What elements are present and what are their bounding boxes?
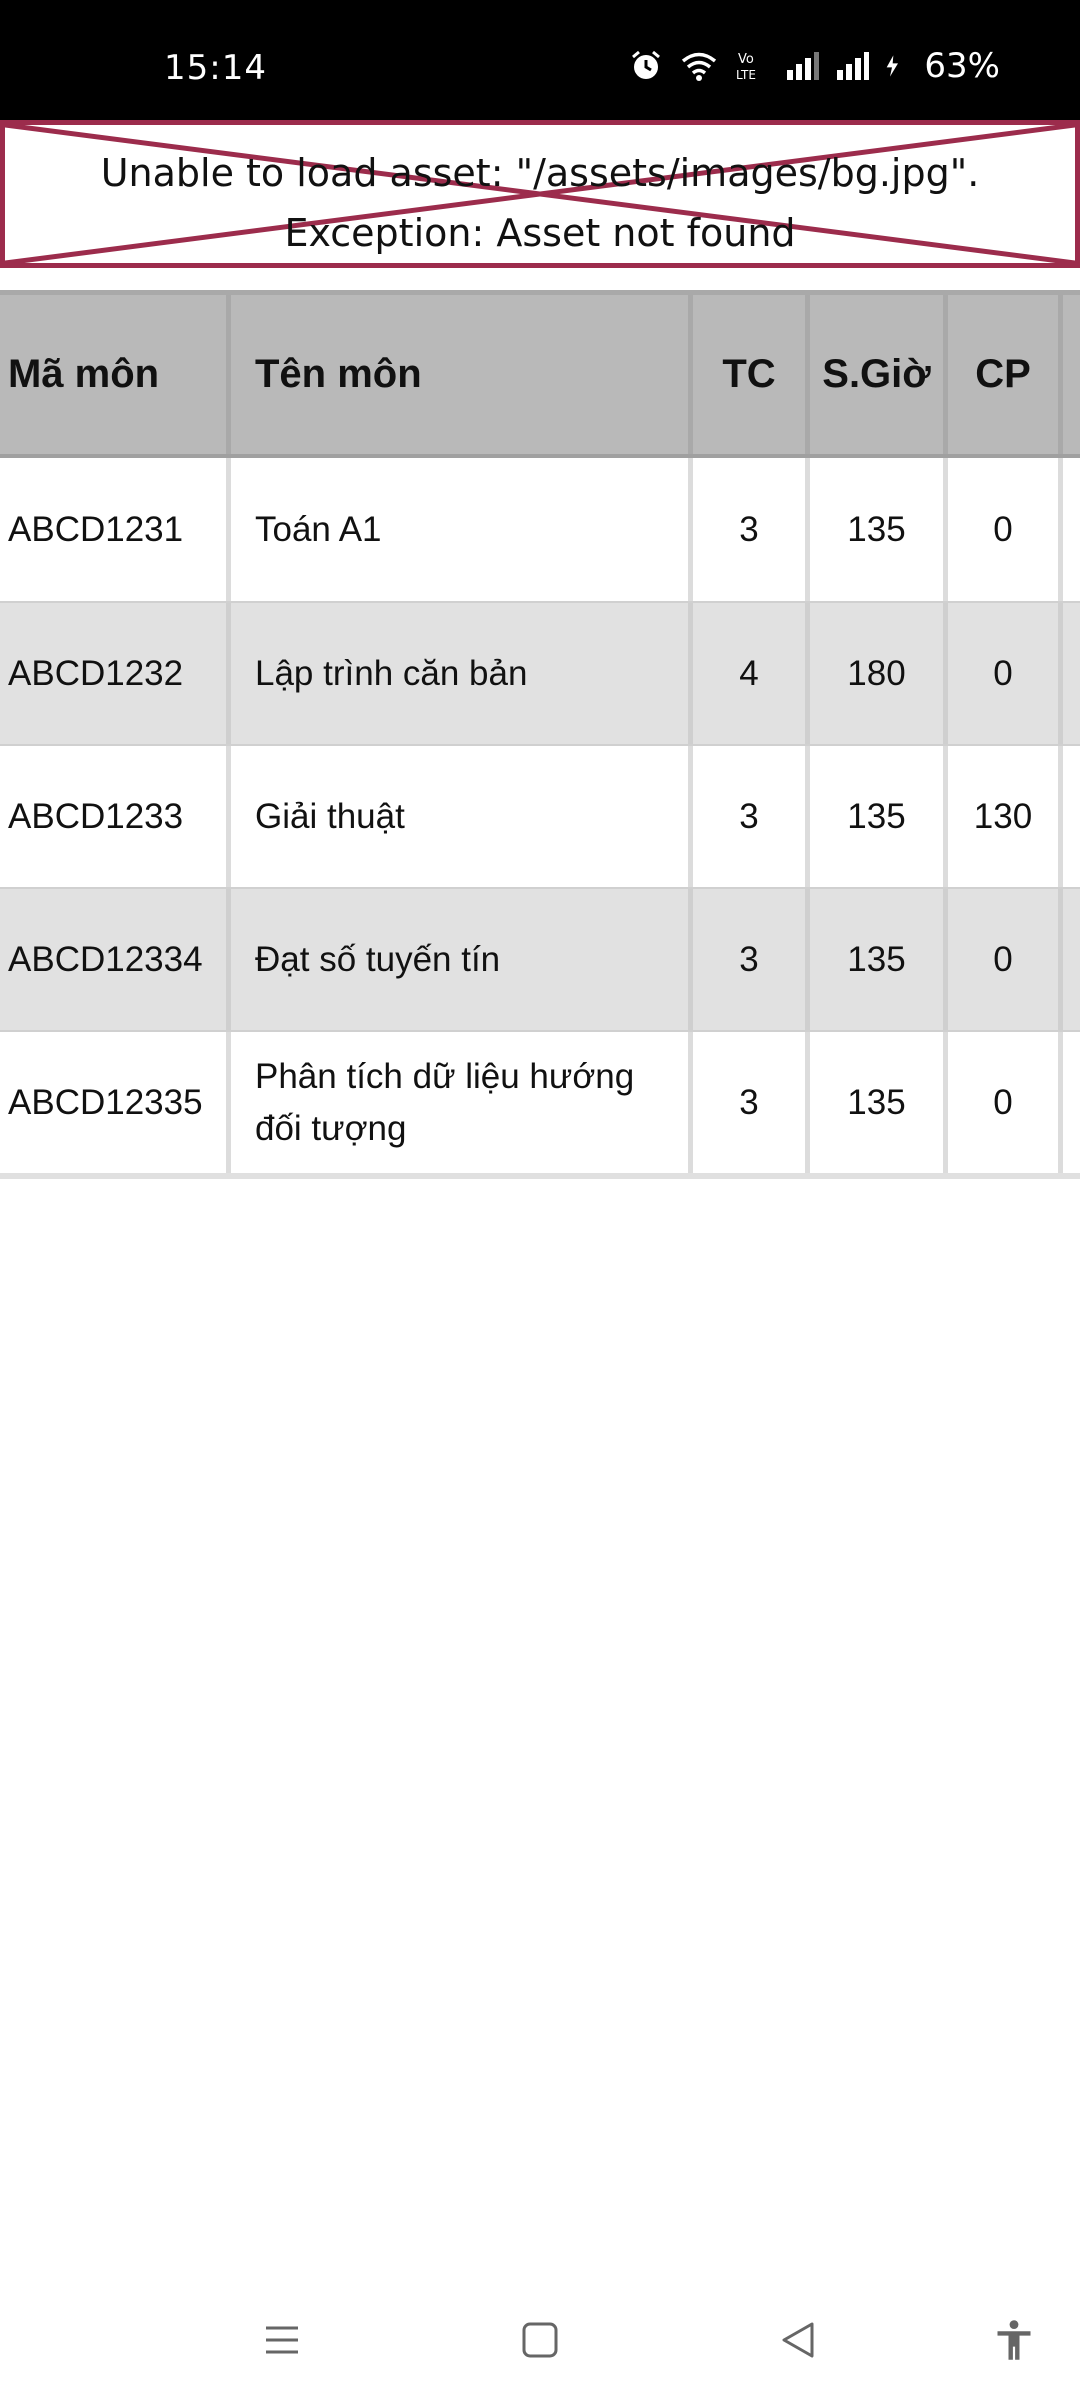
error-message: Unable to load asset: "/assets/images/bg… [5,143,1075,263]
table-row[interactable]: ABCD1233 Giải thuật 3 135 130 [0,744,1080,887]
menu-icon[interactable] [252,2310,312,2370]
home-icon[interactable] [510,2310,570,2370]
accessibility-icon[interactable] [984,2310,1044,2370]
cell-code: ABCD12334 [0,889,231,1030]
signal-icon [787,52,820,80]
cell-cp: 130 [948,746,1063,887]
volte-icon: Vo LTE [736,52,756,82]
table-bottom-border [0,1173,1080,1179]
cell-hours: 135 [810,746,948,887]
cell-tc: 3 [693,1032,810,1173]
cell-hours: 135 [810,458,948,601]
cell-tc: 3 [693,889,810,1030]
header-cp[interactable]: CP [948,295,1063,454]
cell-cp: 0 [948,1032,1063,1173]
cell-name: Giải thuật [231,746,693,887]
cell-cp: 0 [948,458,1063,601]
status-bar: 15:14 Vo LTE 63% [0,0,1080,120]
header-credits[interactable]: TC [693,295,810,454]
error-banner: Unable to load asset: "/assets/images/bg… [0,120,1080,268]
cell-name: Đạt số tuyến tín [231,889,693,1030]
cell-overflow [1063,1032,1080,1173]
table-row[interactable]: ABCD1232 Lập trình căn bản 4 180 0 [0,601,1080,744]
cell-overflow [1063,603,1080,744]
cell-tc: 4 [693,603,810,744]
cell-code: ABCD1231 [0,458,231,601]
table-row[interactable]: ABCD12334 Đạt số tuyến tín 3 135 0 [0,887,1080,1030]
header-hours[interactable]: S.Giờ [810,295,948,454]
cell-name: Phân tích dữ liệu hướng đối tượng [231,1032,693,1173]
status-icons: Vo LTE 63% [628,46,1000,86]
cell-code: ABCD12335 [0,1032,231,1173]
wifi-icon [682,52,717,81]
cell-tc: 3 [693,746,810,887]
table-row[interactable]: ABCD12335 Phân tích dữ liệu hướng đối tư… [0,1030,1080,1173]
cell-code: ABCD1233 [0,746,231,887]
table-header: Mã môn Tên môn TC S.Giờ CP [0,290,1080,458]
back-icon[interactable] [768,2310,828,2370]
course-table: Mã môn Tên môn TC S.Giờ CP ABCD1231 Toán… [0,290,1080,1179]
cell-hours: 135 [810,1032,948,1173]
cell-overflow [1063,746,1080,887]
cell-name: Lập trình căn bản [231,603,693,744]
header-overflow [1063,295,1080,454]
cell-overflow [1063,458,1080,601]
header-course-name[interactable]: Tên môn [231,295,693,454]
alarm-icon [632,50,661,79]
header-course-code[interactable]: Mã môn [0,295,231,454]
charging-icon [887,55,899,77]
battery-percentage: 63% [924,46,1000,86]
signal-icon-2 [837,52,870,80]
svg-text:LTE: LTE [736,68,756,82]
cell-cp: 0 [948,889,1063,1030]
cell-code: ABCD1232 [0,603,231,744]
error-line-2: Exception: Asset not found [284,211,796,255]
error-line-1: Unable to load asset: "/assets/images/bg… [100,151,980,195]
cell-name: Toán A1 [231,458,693,601]
status-time: 15:14 [164,48,267,88]
cell-overflow [1063,889,1080,1030]
cell-cp: 0 [948,603,1063,744]
table-row[interactable]: ABCD1231 Toán A1 3 135 0 [0,458,1080,601]
cell-tc: 3 [693,458,810,601]
svg-text:Vo: Vo [738,52,754,67]
cell-hours: 135 [810,889,948,1030]
system-nav-bar [0,2280,1080,2400]
cell-hours: 180 [810,603,948,744]
